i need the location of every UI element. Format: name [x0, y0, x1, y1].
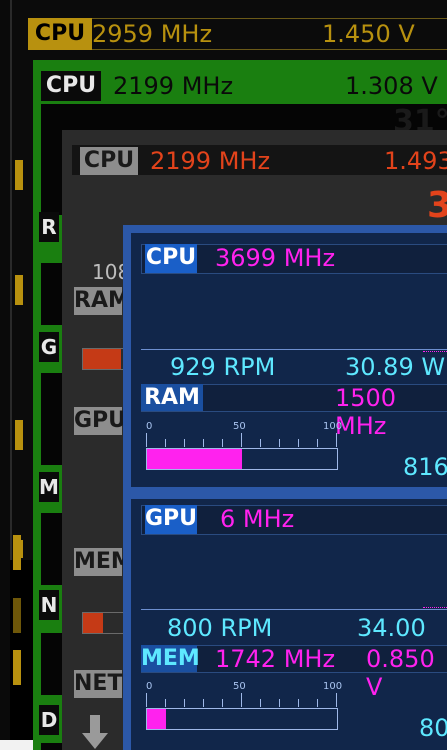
blue-mem-clock: 1742 MHz	[215, 645, 336, 673]
gray-cpu-label: CPU	[80, 147, 138, 175]
blue-cpu-power: 30.89 W	[345, 353, 446, 381]
blue-gpu-clock: 6 MHz	[220, 505, 295, 533]
blue-skin-panel: CPU 3699 MHz 929 RPM 30.89 W RAM 1500 MH…	[123, 225, 447, 750]
scale-tick	[317, 439, 318, 447]
gray-cpu-clock: 2199 MHz	[150, 147, 271, 175]
scale-tick	[336, 693, 337, 707]
blue-mem-fill	[147, 709, 166, 729]
green-side-letter: G	[39, 332, 59, 362]
green-cpu-voltage: 1.308 V	[345, 72, 438, 100]
gold-cpu-label: CPU	[28, 18, 92, 50]
blue-ram-value: 816	[403, 453, 447, 481]
blue-gpu-graph	[423, 601, 447, 608]
blue-cpu-label: CPU	[145, 244, 197, 273]
gray-cpu-temp: 3	[427, 185, 447, 226]
scale-tick	[298, 699, 299, 707]
blue-divider	[141, 349, 447, 350]
scale-tick	[336, 433, 337, 447]
scale-tick	[260, 699, 261, 707]
gray-net-label: NET	[74, 670, 123, 698]
scale-label: 0	[146, 681, 153, 692]
scale-tick	[146, 433, 147, 447]
blue-mem-scale-ticks	[146, 693, 338, 709]
scale-tick	[241, 433, 242, 447]
gold-accent-bar	[15, 420, 23, 450]
green-cpu-label: CPU	[41, 71, 101, 101]
blue-cpu-clock: 3699 MHz	[215, 244, 336, 272]
blue-separator	[131, 487, 447, 499]
scale-label: 50	[233, 421, 246, 432]
gray-gpu-label: GPU	[74, 407, 127, 435]
gold-accent-bar	[13, 535, 21, 570]
download-arrow-icon	[82, 715, 108, 749]
left-edge	[0, 0, 10, 750]
gold-accent-bar	[13, 598, 21, 633]
gray-mem-label: MEM	[74, 548, 133, 576]
scale-tick	[279, 699, 280, 707]
scale-tick	[260, 439, 261, 447]
green-side-letter: D	[39, 705, 59, 735]
blue-ram-scale-ticks	[146, 433, 338, 449]
gold-accent-bar	[13, 650, 21, 685]
blue-mem-label: MEM	[141, 645, 200, 672]
scale-tick	[222, 439, 223, 447]
scale-label: 50	[233, 681, 246, 692]
blue-cpu-fan: 929 RPM	[170, 353, 276, 381]
blue-divider	[141, 609, 447, 610]
scale-tick	[146, 693, 147, 707]
green-side-letter: R	[39, 212, 59, 242]
blue-mem-meter	[146, 708, 338, 730]
blue-ram-fill	[147, 449, 242, 469]
gold-accent-bar	[15, 275, 23, 305]
scale-tick	[222, 699, 223, 707]
scale-tick	[184, 699, 185, 707]
scale-label: 0	[146, 421, 153, 432]
scale-tick	[203, 699, 204, 707]
gold-cpu-voltage: 1.450 V	[322, 20, 415, 48]
blue-gpu-fan: 800 RPM	[167, 614, 273, 642]
scale-tick	[279, 439, 280, 447]
green-side-letter: M	[39, 472, 59, 502]
scale-tick	[317, 699, 318, 707]
scale-tick	[165, 699, 166, 707]
gold-accent-bar	[15, 160, 23, 190]
scale-tick	[241, 693, 242, 707]
gray-ram-fill	[83, 349, 121, 369]
green-side-letter: N	[39, 590, 59, 620]
scale-label: 100	[323, 421, 343, 432]
scale-label: 100	[323, 681, 343, 692]
gray-ram-label: RAM	[74, 287, 130, 315]
scale-tick	[203, 439, 204, 447]
blue-gpu-label: GPU	[145, 505, 197, 534]
gray-mem-fill	[83, 613, 103, 633]
scale-tick	[165, 439, 166, 447]
blue-ram-clock: 1500 MHz	[335, 384, 397, 440]
scale-tick	[298, 439, 299, 447]
green-cpu-clock: 2199 MHz	[113, 72, 234, 100]
blue-ram-meter	[146, 448, 338, 470]
scale-tick	[184, 439, 185, 447]
gray-cpu-voltage: 1.493	[384, 147, 447, 175]
blue-mem-voltage: 0.850 V	[366, 645, 435, 701]
gold-cpu-clock: 2959 MHz	[92, 20, 213, 48]
blue-ram-label: RAM	[141, 384, 203, 411]
blue-mem-value: 80	[419, 714, 447, 742]
